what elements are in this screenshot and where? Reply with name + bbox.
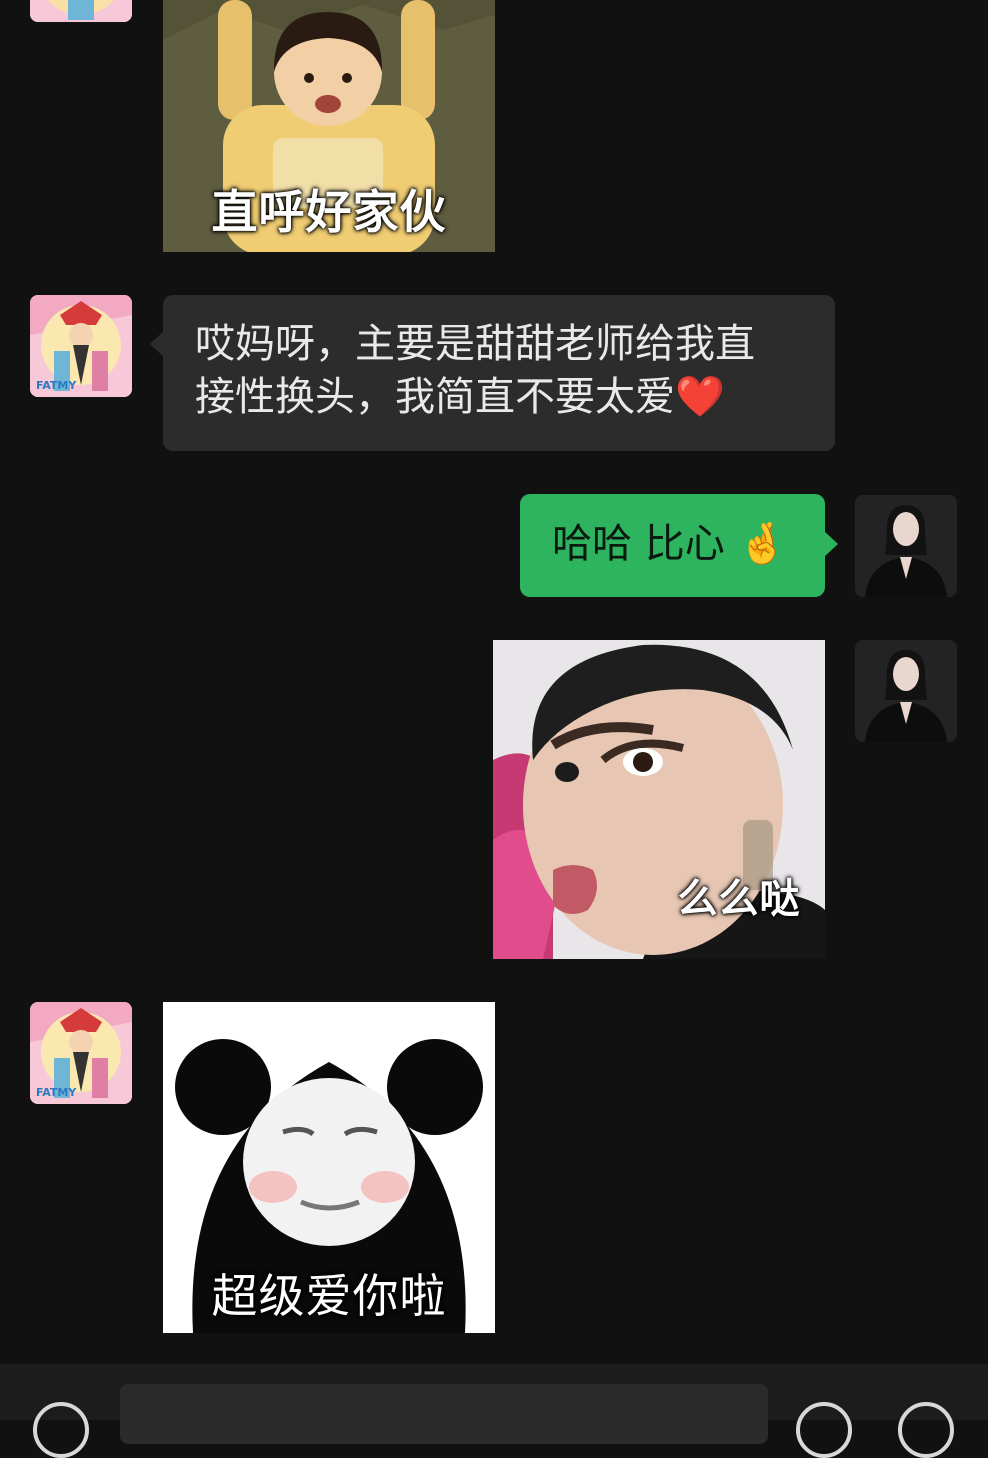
message-line: 哎妈呀，主要是甜甜老师给我直 [195,321,755,367]
outgoing-text-bubble[interactable]: 哈哈 比心 🤞 [520,494,838,597]
emoji-icon[interactable] [796,1402,852,1458]
sticker-image-kid[interactable]: 直呼好家伙 [163,0,495,252]
contact-avatar[interactable]: FATMY [30,1002,132,1104]
svg-text:FATMY: FATMY [36,379,77,392]
svg-text:FATMY: FATMY [36,1086,77,1099]
plus-icon[interactable] [898,1402,954,1458]
incoming-text-bubble[interactable]: 哎妈呀，主要是甜甜老师给我直 接性换头，我简直不要太爱❤️ [150,295,835,451]
sticker-caption: 超级爱你啦 [211,1269,447,1323]
chat-input-bar [0,1364,988,1458]
sticker-image-panda[interactable]: 超级爱你啦 [163,1002,495,1333]
contact-avatar[interactable]: FATMY [30,295,132,397]
message-text: 哈哈 比心 [552,521,725,567]
finger-heart-emoji: 🤞 [737,521,788,567]
my-avatar[interactable] [855,495,957,597]
sticker-caption: 么么哒 [677,876,801,922]
voice-toggle-icon[interactable] [33,1402,89,1458]
message-input[interactable] [120,1384,768,1444]
message-line: 接性换头，我简直不要太爱 [195,374,675,420]
my-avatar[interactable] [855,640,957,742]
sticker-caption: 直呼好家伙 [211,185,447,239]
heart-emoji: ❤️ [675,374,725,420]
sticker-image-kiss[interactable]: 么么哒 [493,640,825,959]
contact-avatar[interactable] [30,0,132,22]
